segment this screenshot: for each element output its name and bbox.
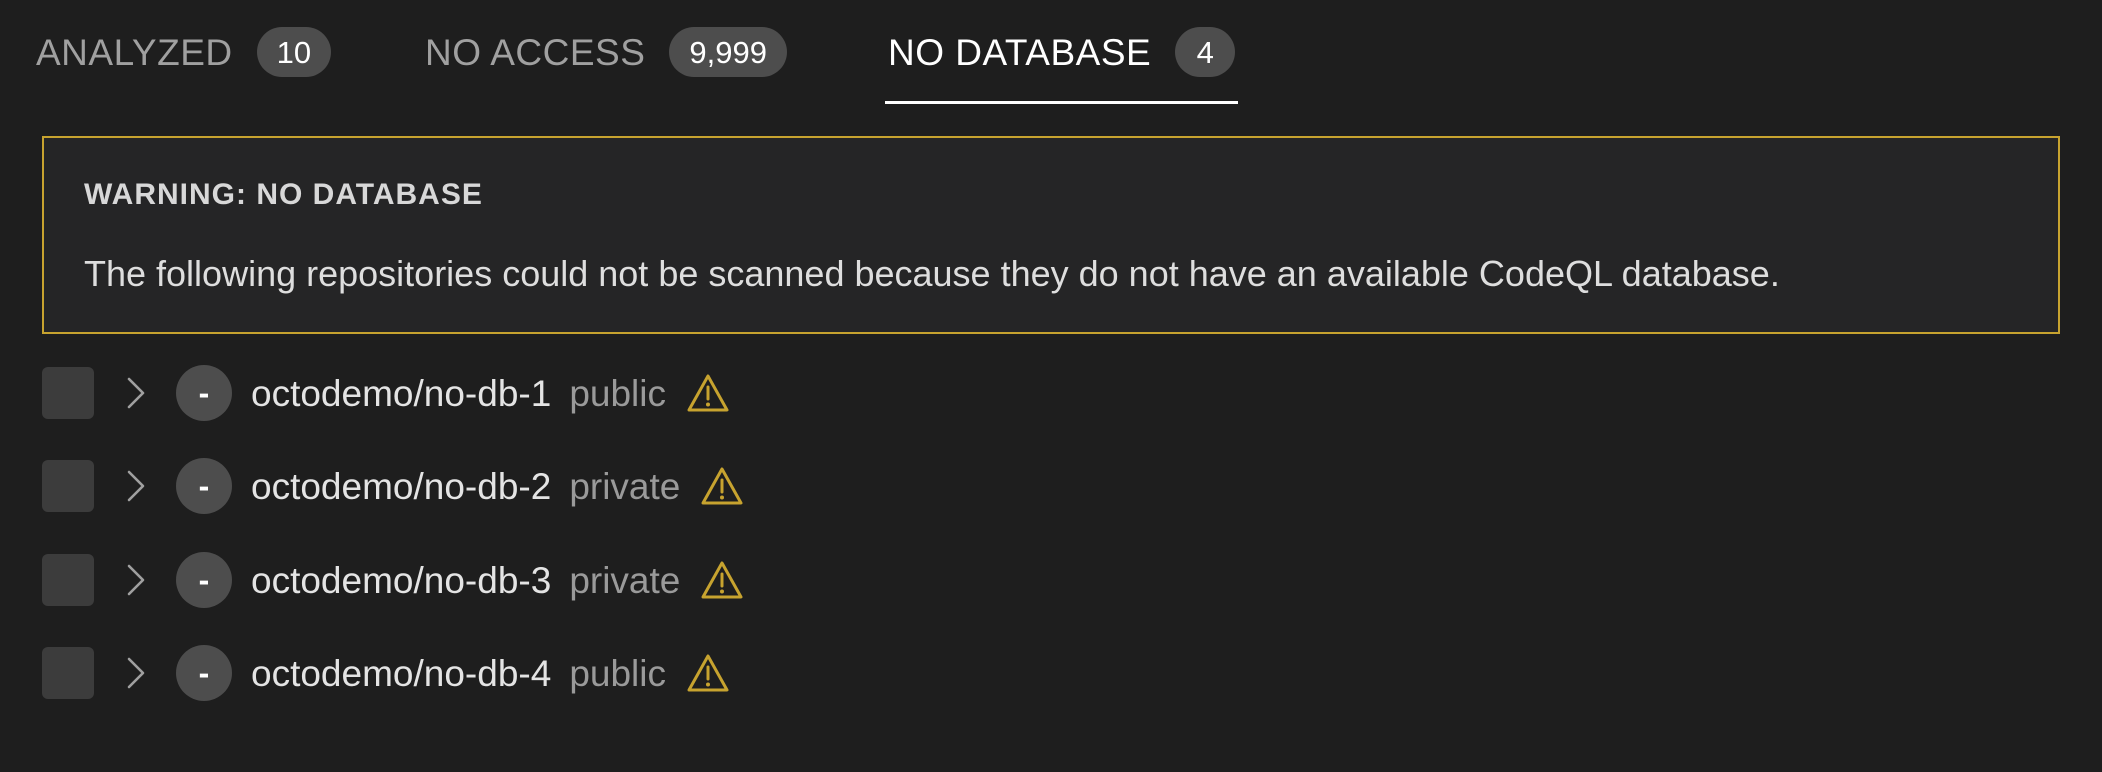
repo-label: octodemo/no-db-1 public xyxy=(251,363,730,423)
results-tabs: ANALYZED 10 NO ACCESS 9,999 NO DATABASE … xyxy=(0,0,2102,104)
warning-triangle-icon xyxy=(686,372,730,414)
chevron-right-icon[interactable] xyxy=(124,373,148,413)
repo-status-badge: - xyxy=(176,365,232,421)
tab-no-database[interactable]: NO DATABASE 4 xyxy=(885,0,1239,104)
repo-row: - octodemo/no-db-2 private xyxy=(0,456,1200,516)
no-database-warning: WARNING: NO DATABASE The following repos… xyxy=(42,136,2060,334)
tab-analyzed[interactable]: ANALYZED 10 xyxy=(36,0,332,104)
chevron-right-icon[interactable] xyxy=(124,560,148,600)
repo-status-badge: - xyxy=(176,645,232,701)
tab-no-access-label: NO ACCESS xyxy=(425,31,646,73)
repo-name[interactable]: octodemo/no-db-3 xyxy=(251,562,551,599)
repo-select-checkbox[interactable] xyxy=(42,647,94,699)
repo-visibility: public xyxy=(569,652,666,694)
repo-label: octodemo/no-db-2 private xyxy=(251,456,744,516)
repo-visibility: private xyxy=(569,465,681,507)
tab-analyzed-count-badge: 10 xyxy=(256,27,332,77)
warning-triangle-icon xyxy=(700,559,744,601)
repo-status-badge: - xyxy=(176,552,232,608)
repo-visibility: public xyxy=(569,372,666,414)
repo-label: octodemo/no-db-3 private xyxy=(251,550,744,610)
repo-visibility: private xyxy=(569,559,681,601)
repo-select-checkbox[interactable] xyxy=(42,367,94,419)
chevron-right-icon[interactable] xyxy=(124,466,148,506)
active-tab-underline xyxy=(885,101,1239,104)
tab-no-database-count-badge: 4 xyxy=(1175,27,1236,77)
repo-select-checkbox[interactable] xyxy=(42,460,94,512)
repo-row: - octodemo/no-db-3 private xyxy=(0,550,1200,610)
tab-no-access[interactable]: NO ACCESS 9,999 xyxy=(425,0,787,104)
repo-select-checkbox[interactable] xyxy=(42,554,94,606)
repo-name[interactable]: octodemo/no-db-4 xyxy=(251,655,551,692)
tab-no-access-count-badge: 9,999 xyxy=(669,27,787,77)
warning-triangle-icon xyxy=(700,465,744,507)
repo-row: - octodemo/no-db-1 public xyxy=(0,363,1200,423)
tab-analyzed-label: ANALYZED xyxy=(36,31,233,73)
repo-name[interactable]: octodemo/no-db-2 xyxy=(251,468,551,505)
repo-name[interactable]: octodemo/no-db-1 xyxy=(251,375,551,412)
repo-status-badge: - xyxy=(176,458,232,514)
repo-label: octodemo/no-db-4 public xyxy=(251,643,730,703)
warning-triangle-icon xyxy=(686,652,730,694)
warning-title: WARNING: NO DATABASE xyxy=(84,178,483,211)
repo-row: - octodemo/no-db-4 public xyxy=(0,643,1200,703)
tab-no-database-label: NO DATABASE xyxy=(888,31,1152,73)
chevron-right-icon[interactable] xyxy=(124,653,148,693)
warning-message: The following repositories could not be … xyxy=(84,253,1780,294)
